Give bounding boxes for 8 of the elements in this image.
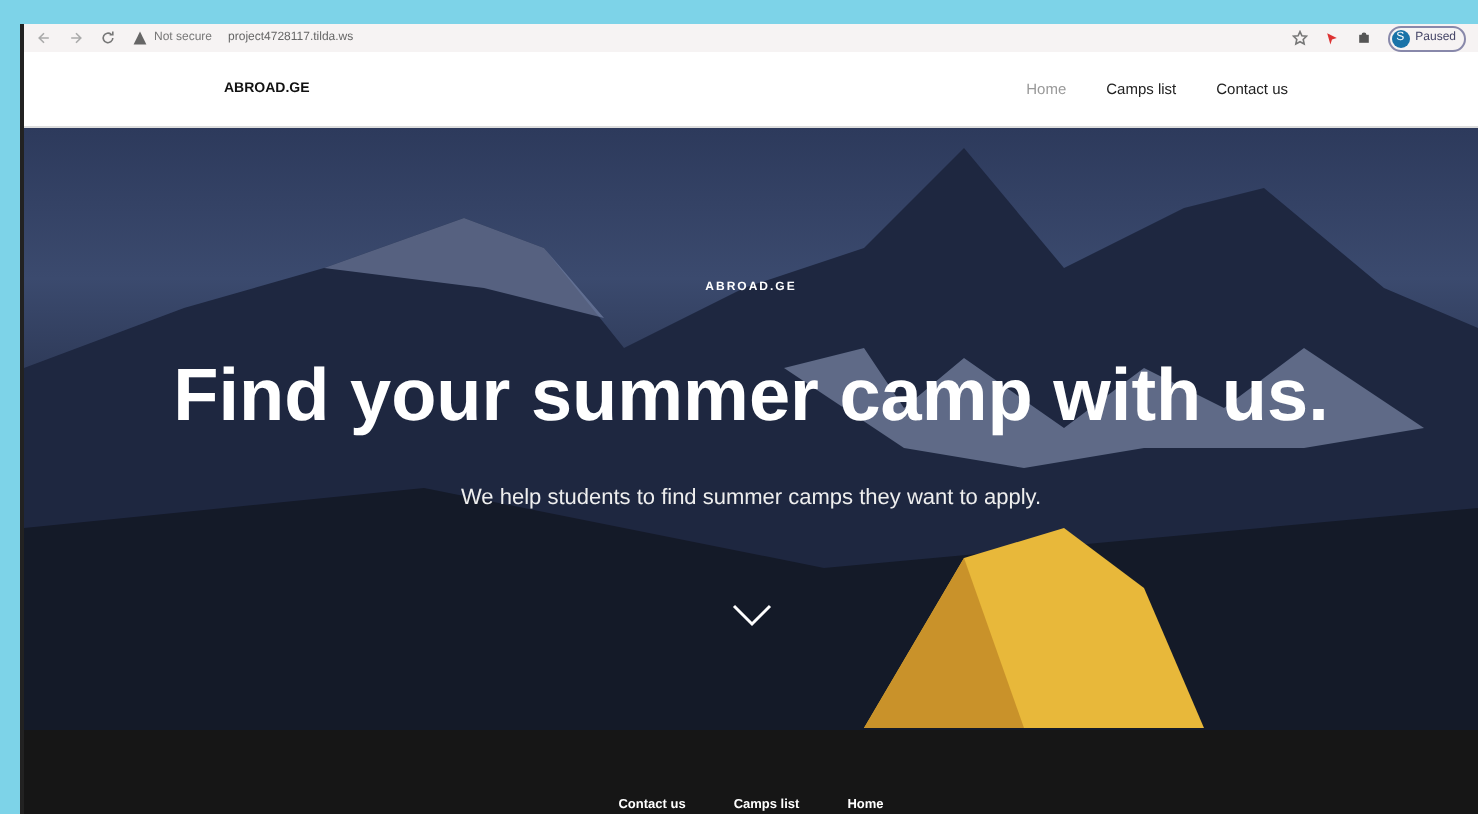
chevron-down-icon[interactable]	[731, 604, 771, 628]
hero-title: Find your summer camp with us.	[173, 354, 1329, 438]
warning-icon	[132, 30, 148, 46]
forward-icon[interactable]	[68, 30, 84, 46]
reload-icon[interactable]	[100, 30, 116, 46]
hero-subtitle: We help students to find summer camps they want to apply.	[460, 486, 1041, 510]
star-icon[interactable]	[1291, 30, 1308, 46]
back-icon[interactable]	[36, 30, 52, 46]
